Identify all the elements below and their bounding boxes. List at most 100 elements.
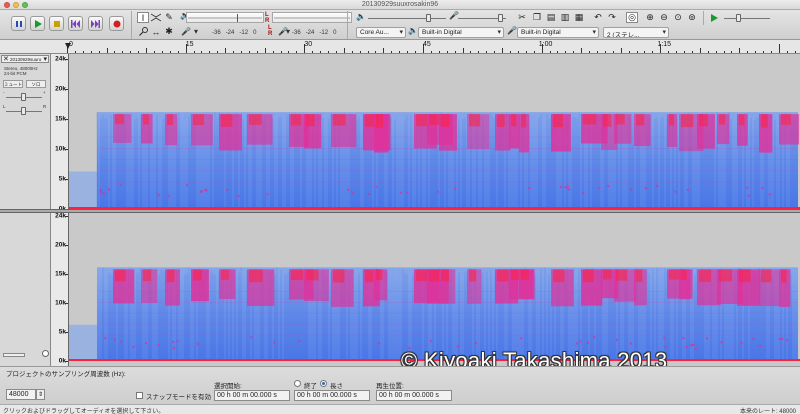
ruler-tick — [122, 51, 124, 53]
redo-button[interactable]: ↷ — [606, 12, 618, 23]
status-bar: クリックおよびドラッグしてオーディオを選択して下さい。 本来のレート: 4800… — [0, 404, 800, 414]
spectrogram-dot — [377, 342, 381, 345]
output-device-select[interactable]: Built-in Digital — [418, 27, 504, 38]
ruler-tick — [328, 51, 330, 53]
output-volume-slider[interactable] — [368, 13, 446, 23]
draw-tool[interactable]: ✎ — [163, 12, 175, 23]
solo-button[interactable]: ソロ — [26, 80, 46, 88]
play-at-speed-button[interactable] — [708, 12, 720, 23]
ruler-tick — [652, 51, 654, 53]
playhead-marker[interactable] — [65, 43, 71, 49]
window-title: 20130929suuxrosakin96 — [361, 1, 439, 8]
playback-meter-lr-label: LR — [265, 12, 270, 24]
spectrogram-dot — [606, 184, 610, 188]
spectrogram-dot — [778, 338, 781, 341]
project-rate-stepper[interactable]: ⇕ — [36, 389, 45, 400]
close-track-icon[interactable]: ✕ — [3, 55, 9, 63]
spectrogram-dot — [104, 337, 107, 340]
end-radio[interactable] — [294, 380, 301, 387]
spectrogram-peak — [143, 114, 149, 125]
pan-slider[interactable] — [6, 106, 42, 116]
audio-position-time[interactable]: 00 h 00 m 00.000 s — [376, 390, 452, 401]
mute-button[interactable]: ミュート — [3, 80, 23, 88]
sync-lock-button[interactable]: ◎ — [626, 12, 638, 23]
playback-meter[interactable] — [186, 12, 264, 23]
i-beam-icon: I — [141, 12, 145, 23]
spectrogram-dot — [752, 337, 755, 341]
ruler-tick — [438, 51, 440, 53]
pause-button[interactable] — [11, 16, 26, 31]
project-rate-input[interactable]: 48000 — [6, 389, 36, 400]
skip-to-end-button[interactable] — [88, 16, 103, 31]
spectrogram-dot — [629, 188, 633, 191]
skip-to-start-button[interactable] — [68, 16, 83, 31]
spectrogram-dot — [347, 188, 350, 191]
spectrogram-peak — [221, 269, 230, 280]
frequency-tick — [65, 119, 68, 120]
spectrogram-dot — [586, 341, 590, 344]
spectrogram-dot — [768, 193, 772, 196]
spectrogram-dot — [682, 336, 685, 340]
cut-button[interactable]: ✂ — [516, 12, 528, 23]
ruler-tick — [407, 51, 409, 53]
playback-speed-slider[interactable] — [724, 13, 770, 23]
selection-start-time[interactable]: 00 h 00 m 00.000 s — [214, 390, 290, 401]
zoom-out-button[interactable]: ⊖ — [658, 12, 670, 23]
fit-project-button[interactable]: ⊚ — [686, 12, 698, 23]
record-button[interactable] — [109, 16, 124, 31]
ruler-tick — [296, 51, 298, 53]
spectrogram-peak — [365, 269, 374, 283]
snap-to-checkbox[interactable] — [136, 392, 143, 399]
selection-tool[interactable]: I — [137, 12, 149, 23]
spectrogram-dot — [157, 343, 160, 347]
paste-button[interactable]: ▤ — [545, 12, 557, 23]
status-message: クリックおよびドラッグしてオーディオを選択して下さい。 — [3, 409, 165, 414]
fit-selection-button[interactable]: ⊙ — [672, 12, 684, 23]
multi-tool[interactable]: ✱ — [163, 26, 175, 37]
gain-slider[interactable] — [6, 92, 42, 102]
zoom-in-icon: ⊕ — [646, 12, 654, 22]
spectrogram-dot — [685, 345, 688, 349]
play-icon — [34, 19, 42, 28]
track-name-menu[interactable]: ✕ 20130929suuro ▾ — [1, 55, 49, 63]
ruler-tick — [786, 51, 788, 53]
recording-meter-dropdown-icon[interactable]: ▾ — [286, 27, 290, 37]
zoom-in-button[interactable]: ⊕ — [644, 12, 656, 23]
recording-meter[interactable] — [272, 12, 352, 23]
input-volume-slider[interactable] — [458, 13, 506, 23]
length-radio[interactable] — [320, 380, 327, 387]
input-device-select[interactable]: Built-in Digital — [517, 27, 599, 38]
selection-end-time[interactable]: 00 h 00 m 00.000 s — [294, 390, 370, 401]
audio-host-select[interactable]: Core Au... — [356, 27, 406, 38]
copy-button[interactable]: ❐ — [531, 12, 543, 23]
spectrogram-dot — [399, 191, 402, 194]
stop-button[interactable] — [49, 16, 64, 31]
envelope-tool[interactable] — [150, 12, 162, 23]
undo-button[interactable]: ↶ — [592, 12, 604, 23]
spectrogram-dot — [520, 337, 523, 340]
toolbar-separator — [703, 11, 704, 25]
spectrogram-peak — [636, 114, 645, 126]
play-button[interactable] — [30, 16, 45, 31]
ruler-tick — [620, 48, 622, 53]
time-shift-tool[interactable]: ↔ — [150, 26, 162, 37]
silence-button[interactable]: ▦ — [573, 12, 585, 23]
ruler-tick — [517, 51, 519, 53]
meter-dropdown-icon[interactable]: ▾ — [194, 27, 198, 37]
spectrogram-dot — [663, 336, 666, 340]
spectrogram-dot — [273, 341, 276, 344]
ruler-tick — [478, 51, 480, 53]
title-bar: 20130929suuxrosakin96 — [0, 0, 800, 10]
spectrogram-dot — [250, 336, 253, 339]
collapse-track-icon[interactable] — [42, 350, 49, 357]
input-channels-select[interactable]: 2 (ステレ... — [603, 27, 669, 38]
ruler-tick — [74, 51, 76, 53]
track-select-area[interactable] — [3, 353, 25, 357]
spectrogram-dot — [172, 340, 175, 344]
timeline-ruler[interactable]: 0 15 30 45 1:00 1:15 — [0, 40, 800, 54]
zoom-tool[interactable] — [137, 26, 149, 37]
spectrogram-peak — [681, 269, 687, 280]
frequency-tick — [65, 149, 68, 150]
trim-button[interactable]: ▥ — [559, 12, 571, 23]
channel-divider[interactable] — [0, 209, 800, 213]
